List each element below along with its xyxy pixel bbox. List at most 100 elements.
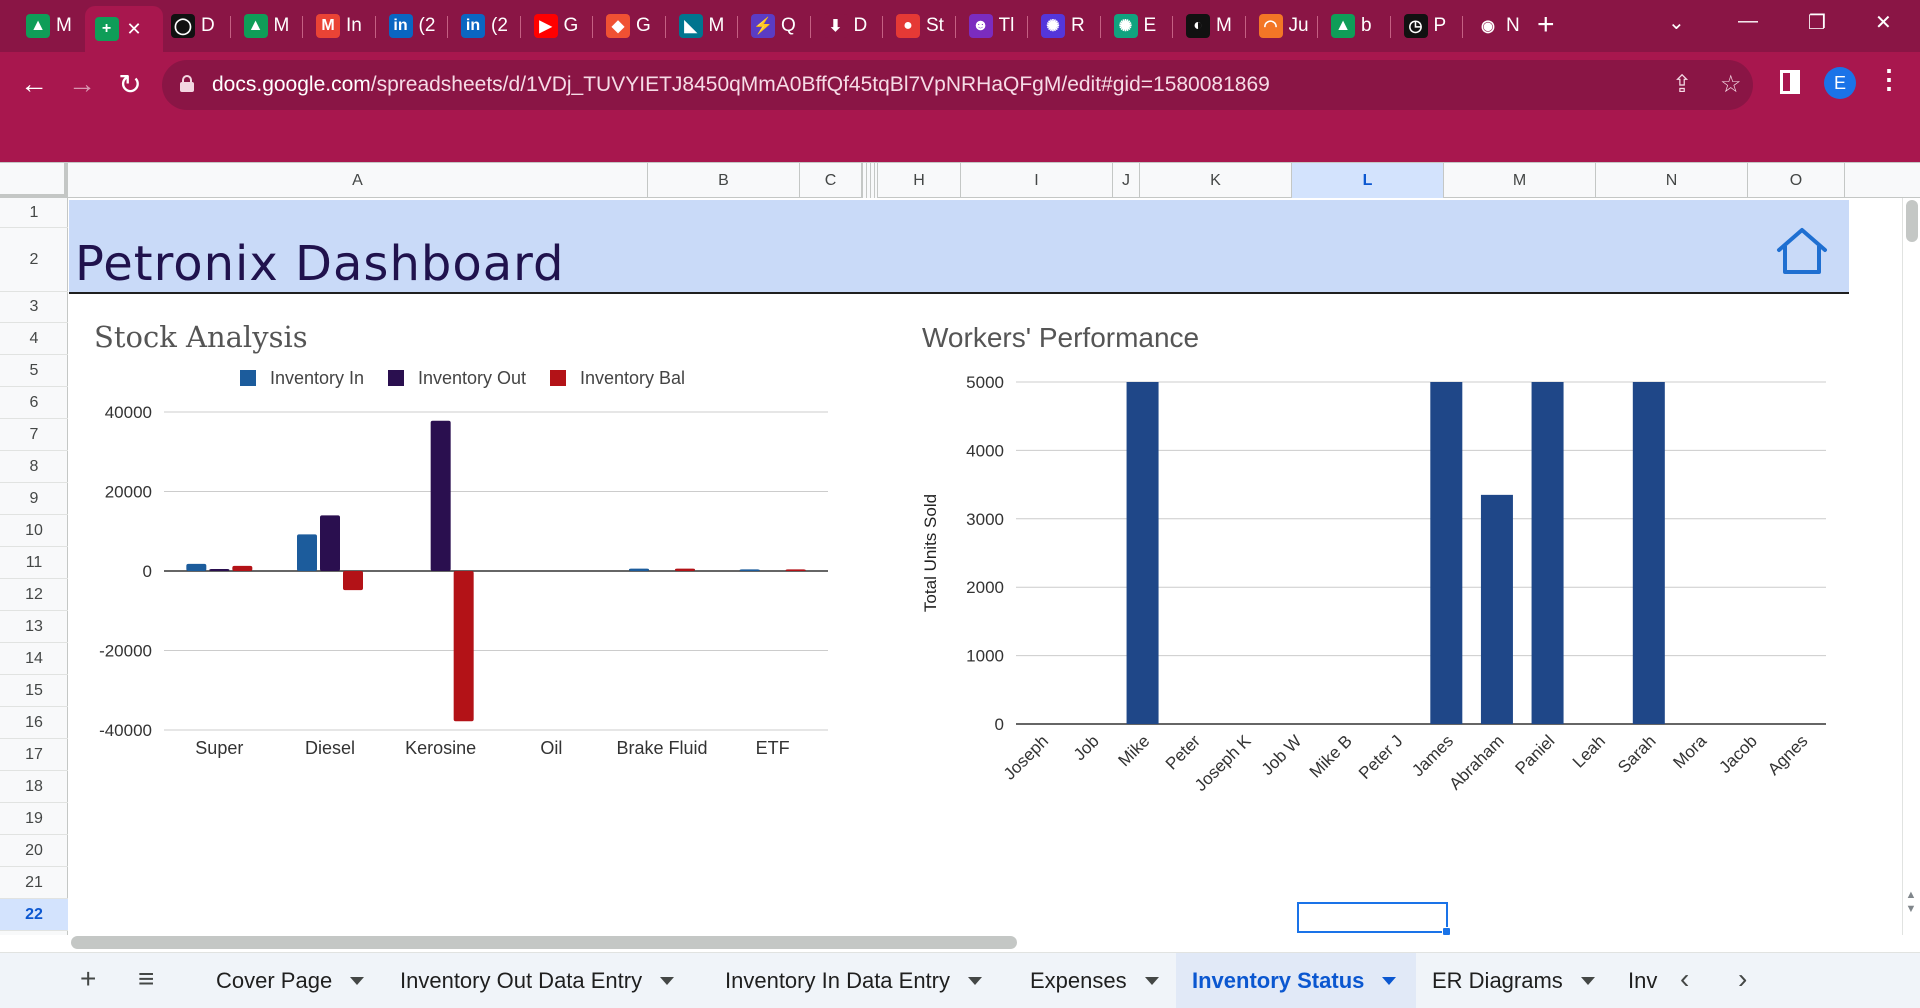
restore-icon[interactable]: ❐ bbox=[1808, 10, 1826, 35]
sheet-tab[interactable]: Inventory In Data Entry bbox=[719, 953, 982, 1008]
row-header-cell[interactable]: 8 bbox=[0, 451, 68, 483]
all-sheets-icon[interactable]: ≡ bbox=[138, 963, 154, 995]
minimize-icon[interactable]: — bbox=[1738, 10, 1758, 33]
reload-icon[interactable]: ↻ bbox=[110, 68, 150, 101]
column-header-cell[interactable]: C bbox=[800, 163, 862, 198]
share-icon[interactable]: ⇪ bbox=[1672, 70, 1692, 99]
row-header-cell[interactable]: 17 bbox=[0, 739, 68, 771]
row-header-cell[interactable]: 15 bbox=[0, 675, 68, 707]
scroll-tabs-right-icon[interactable]: › bbox=[1738, 963, 1747, 995]
row-header-cell[interactable]: 2 bbox=[0, 228, 68, 292]
chevron-down-icon[interactable] bbox=[1382, 976, 1397, 985]
home-icon[interactable] bbox=[1775, 226, 1829, 276]
browser-tab[interactable]: M In bbox=[306, 7, 372, 45]
address-bar[interactable]: docs.google.com/spreadsheets/d/1VDj_TUVY… bbox=[162, 60, 1753, 110]
column-header-cell[interactable]: L bbox=[1292, 163, 1444, 198]
browser-tab-label: G bbox=[563, 15, 579, 36]
column-header-cell[interactable]: K bbox=[1140, 163, 1292, 198]
browser-tab[interactable]: ✺ E bbox=[1104, 7, 1170, 45]
column-header-cell[interactable]: N bbox=[1596, 163, 1748, 198]
sheet-tab[interactable]: Inventory Out Data Entry bbox=[394, 953, 675, 1008]
column-header-cell[interactable]: B bbox=[648, 163, 800, 198]
row-header-cell[interactable]: 9 bbox=[0, 483, 68, 515]
sheet-tab[interactable]: Expenses bbox=[1024, 953, 1159, 1008]
bar bbox=[1126, 382, 1159, 724]
vertical-scroll-track[interactable] bbox=[1902, 198, 1920, 935]
browser-tab[interactable]: ▲ M bbox=[234, 7, 300, 45]
browser-tab[interactable]: ◠ Ju bbox=[1249, 7, 1315, 45]
column-header-cell[interactable]: J bbox=[1113, 163, 1140, 198]
hidden-columns-marker[interactable] bbox=[862, 163, 878, 198]
menu-icon[interactable]: ⋮ bbox=[1876, 64, 1902, 95]
column-header-cell[interactable]: I bbox=[961, 163, 1113, 198]
selected-cell[interactable] bbox=[1297, 902, 1451, 936]
column-header-cell[interactable]: M bbox=[1444, 163, 1596, 198]
browser-tab[interactable]: in (2 bbox=[451, 7, 517, 45]
close-window-icon[interactable]: ✕ bbox=[1875, 10, 1892, 35]
browser-tab[interactable]: ▲ M bbox=[16, 7, 82, 45]
browser-tab[interactable]: + ✕ bbox=[84, 6, 163, 52]
side-panel-icon[interactable] bbox=[1780, 70, 1800, 94]
row-header-cell[interactable]: 14 bbox=[0, 643, 68, 675]
row-header-cell[interactable]: 10 bbox=[0, 515, 68, 547]
browser-tab[interactable]: ▶ G bbox=[524, 7, 590, 45]
chevron-down-icon[interactable] bbox=[350, 976, 365, 985]
row-header-cell[interactable]: 12 bbox=[0, 579, 68, 611]
row-header-cell[interactable]: 21 bbox=[0, 867, 68, 899]
chevron-down-icon[interactable] bbox=[1144, 976, 1159, 985]
row-header-cell[interactable]: 19 bbox=[0, 803, 68, 835]
browser-tab[interactable]: in (2 bbox=[379, 7, 445, 45]
row-header-cell[interactable]: 7 bbox=[0, 419, 68, 451]
stock-analysis-chart[interactable]: Stock Analysis Inventory In Inventory Out… bbox=[92, 318, 832, 758]
sheet-tab[interactable]: Inventory Status bbox=[1176, 953, 1416, 1008]
chevron-down-icon[interactable] bbox=[660, 976, 675, 985]
row-header-cell[interactable]: 1 bbox=[0, 198, 68, 228]
close-tab-icon[interactable]: ✕ bbox=[127, 19, 142, 40]
row-header-cell[interactable]: 20 bbox=[0, 835, 68, 867]
row-header-cell[interactable]: 13 bbox=[0, 611, 68, 643]
browser-tab[interactable]: ◯ D bbox=[161, 7, 227, 45]
back-icon[interactable]: ← bbox=[14, 68, 54, 100]
browser-tab[interactable]: ◆ G bbox=[596, 7, 662, 45]
browser-tab[interactable]: ◷ P bbox=[1394, 7, 1460, 45]
workers-performance-chart[interactable]: Workers' Performance 5000 4000 3000 2000 100… bbox=[918, 318, 1838, 818]
bookmark-star-icon[interactable]: ☆ bbox=[1720, 70, 1742, 99]
row-header-cell[interactable]: 3 bbox=[0, 292, 68, 323]
browser-tab[interactable]: ▲ b bbox=[1321, 7, 1387, 45]
browser-tab[interactable]: ● St bbox=[886, 7, 952, 45]
chevron-down-icon[interactable] bbox=[1580, 976, 1595, 985]
vertical-scrollbar[interactable] bbox=[1906, 200, 1918, 242]
column-header-cell[interactable]: H bbox=[878, 163, 961, 198]
column-header-cell[interactable]: A bbox=[68, 163, 648, 198]
horizontal-scrollbar[interactable] bbox=[71, 936, 1017, 949]
row-header-cell[interactable]: 16 bbox=[0, 707, 68, 739]
scroll-arrows[interactable]: ▲ ▼ bbox=[1902, 888, 1920, 916]
tab-search-icon[interactable]: ⌄ bbox=[1668, 10, 1685, 35]
row-header-cell[interactable]: 18 bbox=[0, 771, 68, 803]
browser-tab[interactable]: ⬇ D bbox=[814, 7, 880, 45]
browser-tab[interactable]: ◐ M bbox=[1176, 7, 1242, 45]
column-header-cell[interactable]: O bbox=[1748, 163, 1845, 198]
select-all-corner[interactable] bbox=[0, 163, 68, 198]
profile-avatar[interactable]: E bbox=[1824, 67, 1856, 99]
sheet-tab[interactable]: Inv bbox=[1622, 953, 1662, 1008]
sheet-tab[interactable]: ER Diagrams bbox=[1426, 953, 1595, 1008]
tab-separator bbox=[374, 16, 376, 38]
row-header-cell[interactable]: 5 bbox=[0, 355, 68, 387]
scroll-tabs-left-icon[interactable]: ‹ bbox=[1680, 963, 1689, 995]
browser-tab[interactable]: ⚡ Q bbox=[741, 7, 807, 45]
browser-tab[interactable]: ☻ Tl bbox=[959, 7, 1025, 45]
add-sheet-icon[interactable]: + bbox=[80, 963, 96, 995]
row-header-cell[interactable]: 4 bbox=[0, 323, 68, 355]
browser-tab[interactable]: ✺ R bbox=[1031, 7, 1097, 45]
chevron-down-icon[interactable] bbox=[968, 976, 982, 985]
browser-tab[interactable]: ◉ N bbox=[1466, 7, 1532, 45]
bar bbox=[785, 569, 806, 571]
row-header-cell[interactable]: 11 bbox=[0, 547, 68, 579]
browser-tab[interactable]: ◣ M bbox=[669, 7, 735, 45]
row-header-cell[interactable]: 22 bbox=[0, 899, 68, 931]
forward-icon[interactable]: → bbox=[62, 68, 102, 100]
sheet-tab[interactable]: Cover Page bbox=[210, 953, 365, 1008]
new-tab-button[interactable]: + bbox=[1537, 8, 1555, 42]
row-header-cell[interactable]: 6 bbox=[0, 387, 68, 419]
